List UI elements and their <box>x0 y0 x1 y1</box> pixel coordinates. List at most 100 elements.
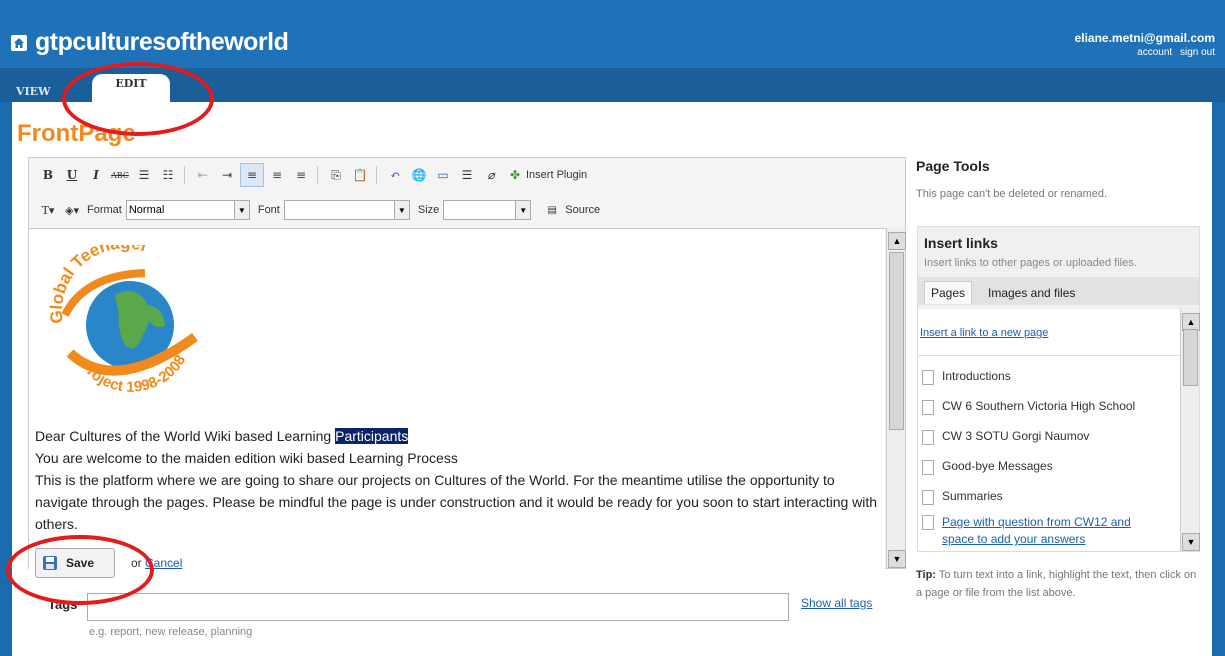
selected-word: Participants <box>335 428 409 444</box>
insert-links-tabs: Pages Images and files <box>918 277 1199 305</box>
list-item[interactable]: Introductions <box>922 369 1011 385</box>
eraser-icon[interactable]: ⌀ <box>480 164 502 186</box>
bold-button[interactable]: B <box>37 164 59 186</box>
scroll-down-icon[interactable]: ▼ <box>1182 533 1200 551</box>
undo-icon[interactable]: ↶ <box>384 164 406 186</box>
indent-icon[interactable]: ⇥ <box>216 164 238 186</box>
page-icon <box>922 515 934 530</box>
list-item[interactable]: Page with question from CW12 and space t… <box>922 514 1162 548</box>
toolbar-separator <box>184 166 185 184</box>
format-select[interactable]: Normal ▼ <box>125 200 250 220</box>
list-item[interactable]: CW 3 SOTU Gorgi Naumov <box>922 429 1089 445</box>
horizontal-rule-icon[interactable]: ☰ <box>456 164 478 186</box>
tip-text: Tip: To turn text into a link, highlight… <box>916 566 1200 602</box>
account-link[interactable]: account <box>1137 47 1172 58</box>
annotation-circle-edit-tab <box>62 62 214 136</box>
outdent-icon[interactable]: ⇤ <box>192 164 214 186</box>
format-label: Format <box>87 204 122 216</box>
site-title[interactable]: gtpculturesoftheworld <box>35 28 289 57</box>
brand[interactable]: gtpculturesoftheworld <box>11 28 289 57</box>
list-item-label: Good-bye Messages <box>942 459 1053 473</box>
align-left-icon[interactable]: ≡ <box>240 163 264 187</box>
source-button[interactable]: Source <box>565 204 600 216</box>
page-tools-note: This page can't be deleted or renamed. <box>916 188 1108 200</box>
font-label: Font <box>257 204 280 216</box>
source-icon[interactable]: ▤ <box>541 199 563 221</box>
scroll-thumb[interactable] <box>889 252 904 430</box>
size-label: Size <box>417 204 440 216</box>
list-item-label: CW 6 Southern Victoria High School <box>942 399 1136 413</box>
align-right-icon[interactable]: ≡ <box>290 164 312 186</box>
list-item-label: Page with question from CW12 and space t… <box>942 515 1131 546</box>
scroll-up-icon[interactable]: ▲ <box>888 232 906 250</box>
editor-body-text: Dear Cultures of the World Wiki based Le… <box>35 425 885 535</box>
bullet-list-icon[interactable]: ☷ <box>157 164 179 186</box>
user-email: eliane.metni@gmail.com <box>1074 31 1215 45</box>
signout-link[interactable]: sign out <box>1180 47 1215 58</box>
page-tools-title: Page Tools <box>916 158 990 174</box>
list-item-label: CW 3 SOTU Gorgi Naumov <box>942 429 1090 443</box>
editor-content[interactable]: Global Teenager Project 1998-2008 Dear C… <box>29 228 885 569</box>
font-select[interactable]: ▼ <box>283 200 410 220</box>
paste-icon[interactable]: 📋 <box>349 164 371 186</box>
chevron-down-icon: ▼ <box>515 201 531 219</box>
pages-list-scrollbar[interactable]: ▲ ▼ <box>1180 309 1200 551</box>
home-icon[interactable] <box>11 34 27 51</box>
user-links: account sign out <box>1075 47 1215 58</box>
page-icon <box>922 490 934 505</box>
annotation-circle-save-button <box>6 535 154 605</box>
list-item-label: Summaries <box>942 489 1003 503</box>
welcome-text: You are welcome to the maiden edition wi… <box>35 450 458 466</box>
underline-button[interactable]: U <box>61 164 83 186</box>
strikethrough-button[interactable]: ABC <box>109 164 131 186</box>
list-item[interactable]: CW 6 Southern Victoria High School <box>922 399 1135 415</box>
numbered-list-icon[interactable]: ☰ <box>133 164 155 186</box>
format-value: Normal <box>128 204 165 216</box>
background-color-icon[interactable]: ◈▾ <box>61 199 83 221</box>
greeting-text: Dear Cultures of the World Wiki based Le… <box>35 428 336 444</box>
link-globe-icon[interactable]: 🌐 <box>408 164 430 186</box>
align-center-icon[interactable]: ≡ <box>266 164 288 186</box>
table-icon[interactable]: ▭ <box>432 164 454 186</box>
tab-images-and-files[interactable]: Images and files <box>988 286 1075 300</box>
new-page-link[interactable]: Insert a link to a new page <box>920 327 1048 339</box>
rich-text-editor: B U I ABC ☰ ☷ ⇤ ⇥ ≡ ≡ ≡ ⎘ 📋 ↶ 🌐 ▭ ☰ ⌀ ✤ … <box>28 157 906 569</box>
divider <box>918 355 1180 356</box>
list-item[interactable]: Summaries <box>922 489 1003 505</box>
show-all-tags-link[interactable]: Show all tags <box>801 596 872 610</box>
insert-links-desc: Insert links to other pages or uploaded … <box>924 257 1137 269</box>
toolbar-separator <box>376 166 377 184</box>
scroll-thumb[interactable] <box>1183 329 1198 386</box>
scroll-down-icon[interactable]: ▼ <box>888 550 906 568</box>
toolbar-row-2: T▾ ◈▾ Format Normal ▼ Font ▼ Size ▼ ▤ So… <box>29 196 905 224</box>
italic-button[interactable]: I <box>85 164 107 186</box>
editor-scrollbar[interactable]: ▲ ▼ <box>886 228 906 568</box>
chevron-down-icon: ▼ <box>233 201 249 219</box>
tab-pages[interactable]: Pages <box>924 281 973 304</box>
copy-icon[interactable]: ⎘ <box>325 164 347 186</box>
tags-input[interactable] <box>87 593 789 621</box>
tip-label: Tip: <box>916 569 936 581</box>
toolbar-separator <box>317 166 318 184</box>
page-icon <box>922 460 934 475</box>
site-header: gtpculturesoftheworld eliane.metni@gmail… <box>0 0 1225 68</box>
platform-text: This is the platform where we are going … <box>35 472 878 532</box>
page-icon <box>922 430 934 445</box>
page-icon <box>922 400 934 415</box>
chevron-down-icon: ▼ <box>393 201 409 219</box>
size-select[interactable]: ▼ <box>443 200 532 220</box>
toolbar-row-1: B U I ABC ☰ ☷ ⇤ ⇥ ≡ ≡ ≡ ⎘ 📋 ↶ 🌐 ▭ ☰ ⌀ ✤ … <box>29 161 905 189</box>
tags-hint: e.g. report, new release, planning <box>89 626 253 638</box>
insert-plugin-button[interactable]: Insert Plugin <box>526 169 587 181</box>
global-teenager-logo: Global Teenager Project 1998-2008 <box>47 245 198 395</box>
tip-body: To turn text into a link, highlight the … <box>916 569 1197 599</box>
text-color-icon[interactable]: T▾ <box>37 199 59 221</box>
list-item-label: Introductions <box>942 369 1011 383</box>
pages-list: Insert a link to a new page Introduction… <box>918 309 1180 551</box>
list-item[interactable]: Good-bye Messages <box>922 459 1053 475</box>
user-box: eliane.metni@gmail.com account sign out <box>1075 31 1215 58</box>
plugin-icon[interactable]: ✤ <box>504 164 526 186</box>
insert-links-title: Insert links <box>924 235 998 251</box>
tab-view[interactable]: VIEW <box>16 85 50 98</box>
page-icon <box>922 370 934 385</box>
